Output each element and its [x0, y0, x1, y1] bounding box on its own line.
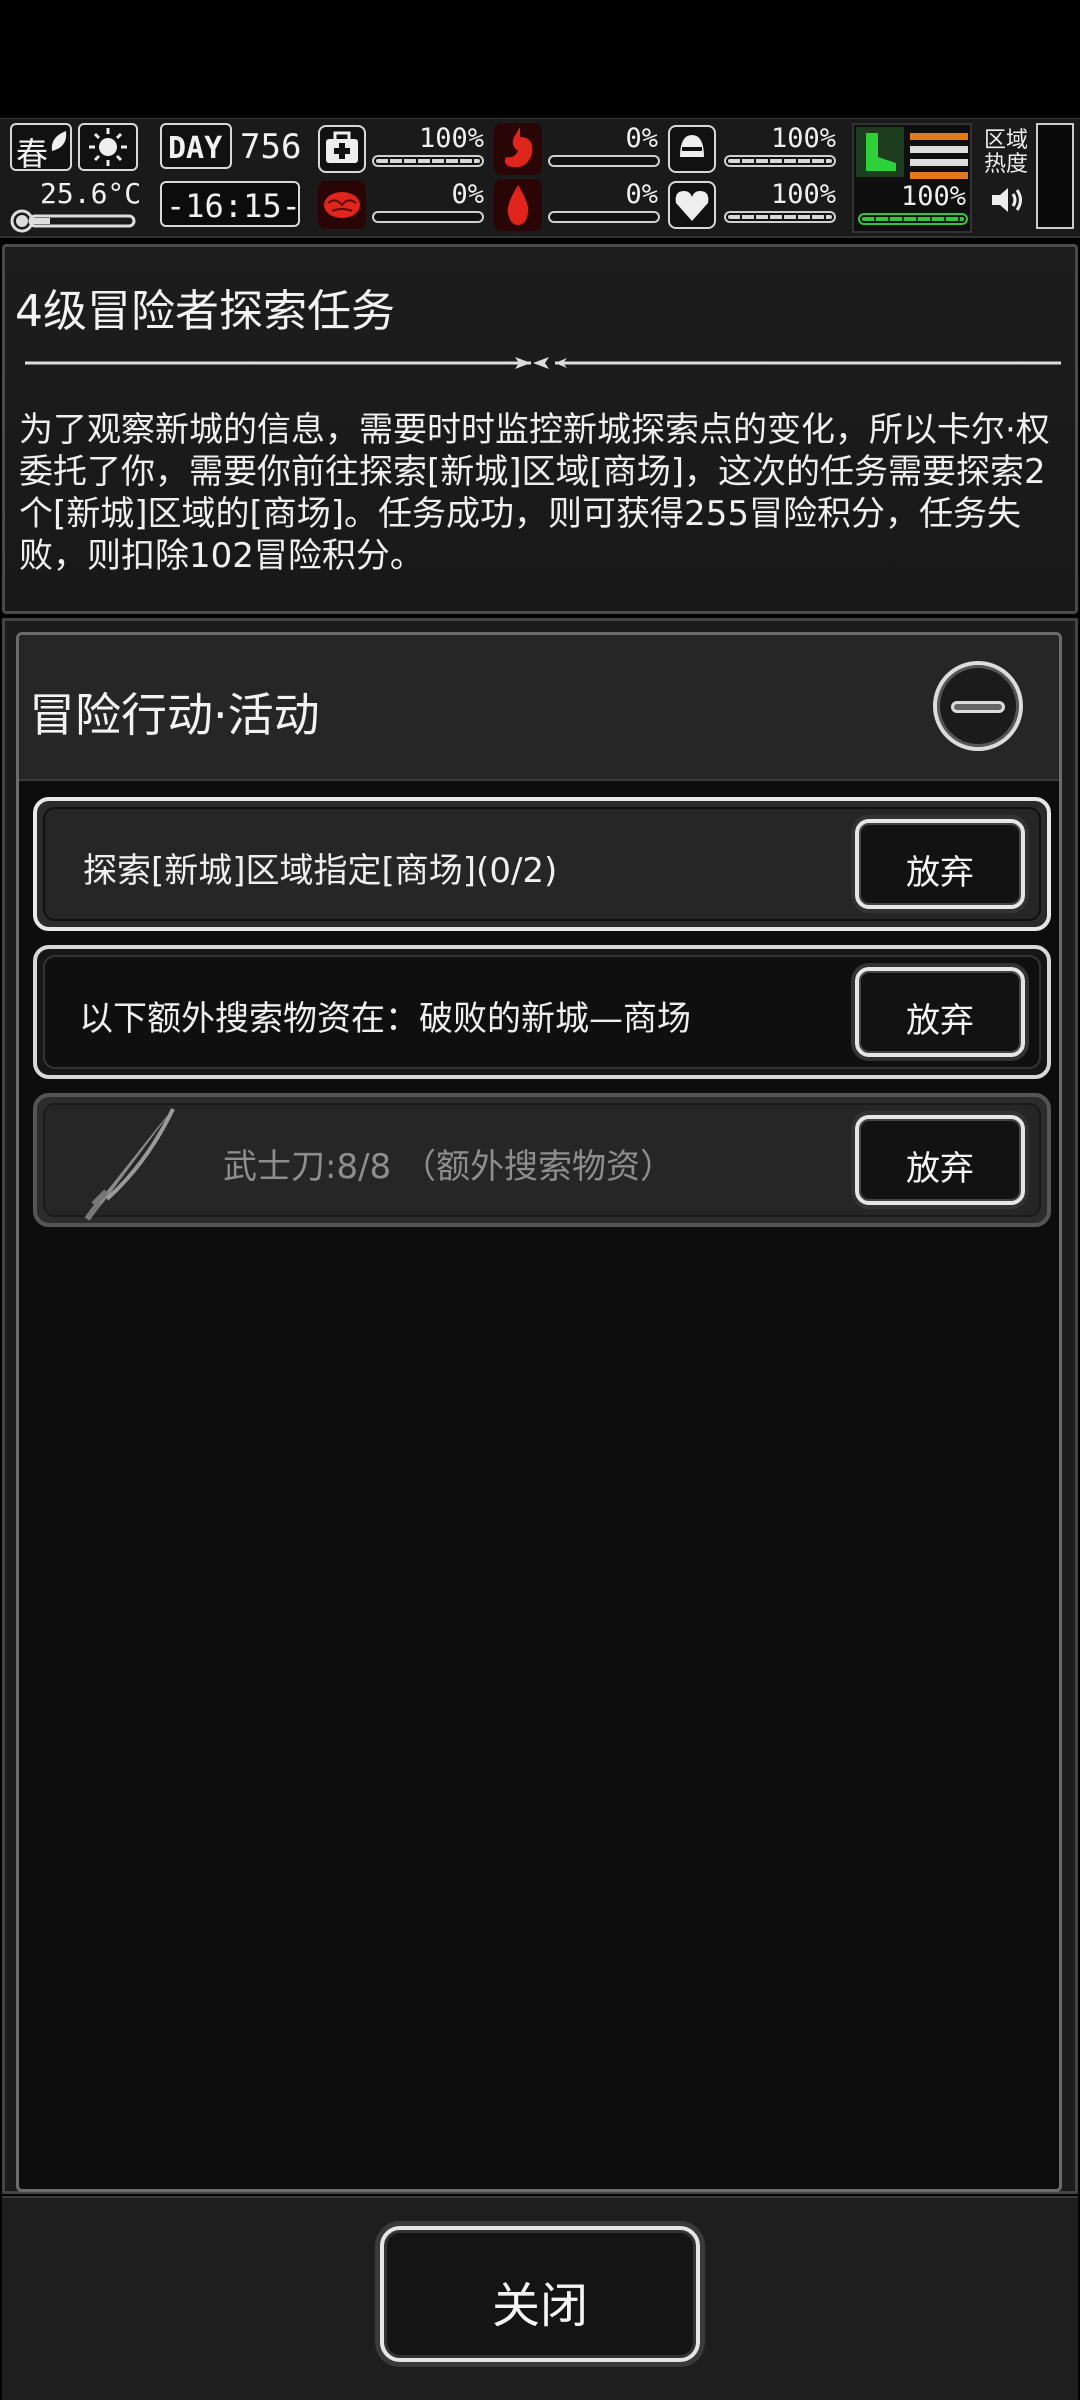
title-divider: [25, 357, 1061, 369]
sun-icon: [89, 128, 127, 166]
bleeding-percent: 0%: [625, 179, 658, 210]
system-status-bar: [0, 0, 1080, 118]
region-heat-label: 区域 热度: [984, 128, 1029, 177]
abandon-button-label: 放弃: [906, 1149, 974, 1189]
day-counter: 756: [240, 127, 302, 167]
weather-box: [78, 123, 138, 171]
task-row: 以下额外搜索物资在：破败的新城—商场 放弃: [33, 945, 1051, 1079]
season-label: 春: [16, 135, 49, 173]
task-row: 探索[新城]区域指定[商场](0/2) 放弃: [33, 797, 1051, 931]
brain-icon-box: [318, 181, 366, 229]
activity-title: 冒险行动·活动: [29, 688, 320, 742]
armor-bar: [724, 155, 836, 167]
abandon-button-label: 放弃: [906, 1001, 974, 1041]
stamina-panel: 100%: [852, 123, 972, 233]
katana-icon: [84, 1108, 175, 1221]
helmet-icon: [680, 135, 704, 157]
temperature-readout: 25.6°C: [40, 177, 142, 210]
health-bar: [372, 155, 484, 167]
thermometer-icon: [10, 209, 136, 233]
sanity-bar: [372, 211, 484, 223]
season-box: 春: [10, 123, 72, 173]
stamina-percent: 100%: [900, 181, 966, 212]
brain-icon: [324, 192, 360, 218]
helmet-icon-box: [668, 125, 716, 173]
sanity-percent: 0%: [451, 179, 484, 210]
region-heat-meter: [1036, 123, 1074, 229]
hunger-bar: [548, 155, 660, 167]
task-row: 武士刀:8/8 （额外搜索物资） 放弃: [33, 1093, 1051, 1227]
clock-readout: -16:15-: [166, 187, 301, 225]
stomach-icon-box: [494, 123, 542, 175]
mission-panel: 4级冒险者探索任务 为了观察新城的信息，需要时时监控新城探索点的变化，所以卡尔·…: [2, 244, 1078, 614]
mission-title: 4级冒险者探索任务: [15, 286, 395, 337]
abandon-button[interactable]: 放弃: [855, 967, 1025, 1057]
mood-bar: [724, 211, 836, 223]
collapse-button[interactable]: [933, 661, 1023, 751]
medkit-icon-box: [318, 125, 366, 173]
abandon-button-label: 放弃: [906, 853, 974, 893]
blood-icon-box: [494, 179, 542, 231]
activity-header: 冒险行动·活动: [19, 635, 1059, 781]
mood-percent: 100%: [770, 179, 836, 210]
stomach-icon: [504, 127, 533, 168]
medkit-icon: [326, 131, 358, 163]
armor-percent: 100%: [770, 123, 836, 154]
hunger-percent: 0%: [625, 123, 658, 154]
day-badge-label: DAY: [168, 131, 223, 166]
leaf-icon: [51, 131, 67, 151]
abandon-button[interactable]: 放弃: [855, 1115, 1025, 1205]
heart-icon: [675, 191, 709, 221]
activity-panel: 冒险行动·活动 探索[新城]区域指定[商场](0/2) 放弃 以下额外搜索物资在…: [16, 632, 1062, 2192]
close-button-label: 关闭: [491, 2278, 588, 2334]
day-badge: DAY: [160, 123, 232, 169]
stamina-bar: [858, 213, 968, 225]
task-label: 探索[新城]区域指定[商场](0/2): [83, 851, 558, 891]
task-label: 武士刀:8/8 （额外搜索物资）: [223, 1147, 674, 1187]
abandon-button[interactable]: 放弃: [855, 819, 1025, 909]
heart-icon-box: [668, 181, 716, 229]
speaker-icon[interactable]: [988, 183, 1028, 217]
close-button[interactable]: 关闭: [380, 2226, 700, 2362]
stamina-stripes: [910, 133, 968, 179]
bleeding-bar: [548, 211, 660, 223]
minus-icon: [951, 701, 1005, 713]
game-hud: 春 25.6°C DAY 756 -16:15- 100% 0% 0% 0% 1…: [0, 118, 1080, 238]
task-label: 以下额外搜索物资在：破败的新城—商场: [79, 999, 691, 1039]
blood-drop-icon: [507, 185, 529, 225]
clock-box: -16:15-: [160, 181, 301, 227]
health-percent: 100%: [418, 123, 484, 154]
mission-description: 为了观察新城的信息，需要时时监控新城探索点的变化，所以卡尔·权委托了你，需要你前…: [19, 410, 1050, 576]
boot-icon: [856, 127, 904, 177]
